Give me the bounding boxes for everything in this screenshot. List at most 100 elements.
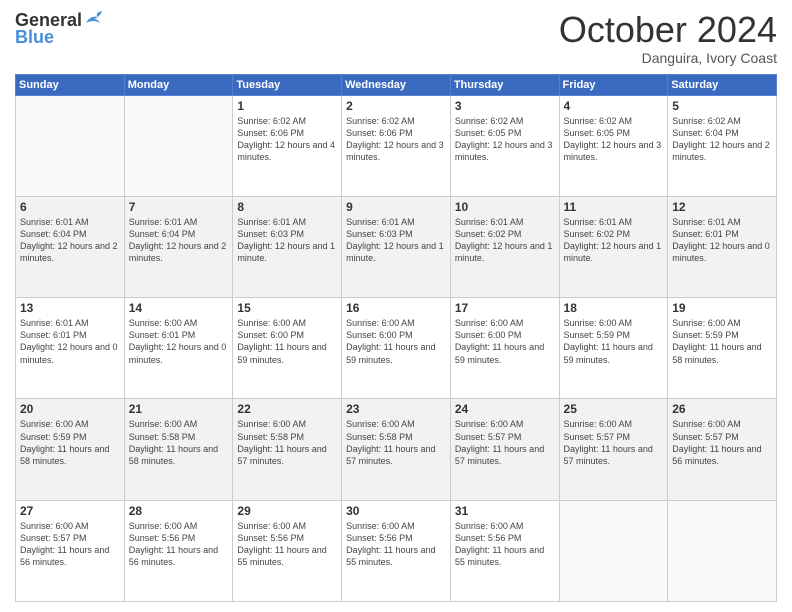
header: General Blue October 2024 Danguira, Ivor…: [15, 10, 777, 66]
day-info: Sunrise: 6:01 AM Sunset: 6:01 PM Dayligh…: [672, 216, 772, 265]
calendar-cell: 23 Sunrise: 6:00 AM Sunset: 5:58 PM Dayli…: [342, 399, 451, 500]
calendar-cell: 17 Sunrise: 6:00 AM Sunset: 6:00 PM Dayli…: [450, 298, 559, 399]
weekday-header: Thursday: [450, 74, 559, 95]
day-number: 5: [672, 99, 772, 113]
calendar-header: SundayMondayTuesdayWednesdayThursdayFrid…: [16, 74, 777, 95]
calendar-week-row: 13Sunrise: 6:01 AM Sunset: 6:01 PM Dayli…: [16, 298, 777, 399]
day-number: 11: [564, 200, 664, 214]
page: General Blue October 2024 Danguira, Ivor…: [0, 0, 792, 612]
calendar-cell: 4Sunrise: 6:02 AM Sunset: 6:05 PM Daylig…: [559, 95, 668, 196]
day-number: 12: [672, 200, 772, 214]
day-info: Sunrise: 6:00 AM Sunset: 5:59 PM Dayligh…: [672, 317, 772, 366]
day-number: 4: [564, 99, 664, 113]
day-info: Sunrise: 6:02 AM Sunset: 6:04 PM Dayligh…: [672, 115, 772, 164]
calendar-cell: 12 Sunrise: 6:01 AM Sunset: 6:01 PM Dayli…: [668, 196, 777, 297]
location: Danguira, Ivory Coast: [559, 50, 777, 66]
day-info: Sunrise: 6:00 AM Sunset: 5:56 PM Dayligh…: [455, 520, 555, 569]
logo: General Blue: [15, 10, 104, 48]
calendar-cell: 27Sunrise: 6:00 AM Sunset: 5:57 PM Dayli…: [16, 500, 125, 601]
calendar-cell: 2Sunrise: 6:02 AM Sunset: 6:06 PM Daylig…: [342, 95, 451, 196]
day-number: 26: [672, 402, 772, 416]
day-info: Sunrise: 6:02 AM Sunset: 6:06 PM Dayligh…: [237, 115, 337, 164]
calendar-week-row: 1Sunrise: 6:02 AM Sunset: 6:06 PM Daylig…: [16, 95, 777, 196]
calendar-table: SundayMondayTuesdayWednesdayThursdayFrid…: [15, 74, 777, 602]
calendar-cell: 1Sunrise: 6:02 AM Sunset: 6:06 PM Daylig…: [233, 95, 342, 196]
weekday-header: Wednesday: [342, 74, 451, 95]
calendar-cell: [559, 500, 668, 601]
day-info: Sunrise: 6:01 AM Sunset: 6:02 PM Dayligh…: [564, 216, 664, 265]
calendar-cell: 26 Sunrise: 6:00 AM Sunset: 5:57 PM Dayli…: [668, 399, 777, 500]
calendar-cell: 18 Sunrise: 6:00 AM Sunset: 5:59 PM Dayli…: [559, 298, 668, 399]
day-info: Sunrise: 6:00 AM Sunset: 5:58 PM Dayligh…: [346, 418, 446, 467]
calendar-week-row: 20 Sunrise: 6:00 AM Sunset: 5:59 PM Dayli…: [16, 399, 777, 500]
calendar-cell: 13Sunrise: 6:01 AM Sunset: 6:01 PM Dayli…: [16, 298, 125, 399]
day-number: 27: [20, 504, 120, 518]
day-number: 23: [346, 402, 446, 416]
day-number: 18: [564, 301, 664, 315]
day-info: Sunrise: 6:01 AM Sunset: 6:01 PM Dayligh…: [20, 317, 120, 366]
calendar-cell: [16, 95, 125, 196]
calendar-cell: 29 Sunrise: 6:00 AM Sunset: 5:56 PM Dayli…: [233, 500, 342, 601]
calendar-cell: 24 Sunrise: 6:00 AM Sunset: 5:57 PM Dayli…: [450, 399, 559, 500]
day-info: Sunrise: 6:00 AM Sunset: 5:56 PM Dayligh…: [346, 520, 446, 569]
title-block: October 2024 Danguira, Ivory Coast: [559, 10, 777, 66]
day-number: 17: [455, 301, 555, 315]
day-number: 6: [20, 200, 120, 214]
day-number: 24: [455, 402, 555, 416]
day-number: 8: [237, 200, 337, 214]
day-info: Sunrise: 6:00 AM Sunset: 5:57 PM Dayligh…: [455, 418, 555, 467]
day-info: Sunrise: 6:00 AM Sunset: 5:57 PM Dayligh…: [672, 418, 772, 467]
day-number: 9: [346, 200, 446, 214]
day-number: 22: [237, 402, 337, 416]
day-number: 30: [346, 504, 446, 518]
day-info: Sunrise: 6:02 AM Sunset: 6:05 PM Dayligh…: [455, 115, 555, 164]
calendar-week-row: 6 Sunrise: 6:01 AM Sunset: 6:04 PM Daylig…: [16, 196, 777, 297]
calendar-cell: 10 Sunrise: 6:01 AM Sunset: 6:02 PM Dayli…: [450, 196, 559, 297]
day-number: 20: [20, 402, 120, 416]
calendar-cell: [668, 500, 777, 601]
calendar-week-row: 27Sunrise: 6:00 AM Sunset: 5:57 PM Dayli…: [16, 500, 777, 601]
day-number: 3: [455, 99, 555, 113]
day-info: Sunrise: 6:01 AM Sunset: 6:04 PM Dayligh…: [129, 216, 229, 265]
day-info: Sunrise: 6:00 AM Sunset: 6:00 PM Dayligh…: [346, 317, 446, 366]
calendar-cell: 16 Sunrise: 6:00 AM Sunset: 6:00 PM Dayli…: [342, 298, 451, 399]
day-info: Sunrise: 6:00 AM Sunset: 5:58 PM Dayligh…: [129, 418, 229, 467]
weekday-row: SundayMondayTuesdayWednesdayThursdayFrid…: [16, 74, 777, 95]
day-info: Sunrise: 6:00 AM Sunset: 5:59 PM Dayligh…: [20, 418, 120, 467]
day-info: Sunrise: 6:00 AM Sunset: 6:00 PM Dayligh…: [455, 317, 555, 366]
calendar-cell: [124, 95, 233, 196]
day-number: 7: [129, 200, 229, 214]
calendar-cell: 21Sunrise: 6:00 AM Sunset: 5:58 PM Dayli…: [124, 399, 233, 500]
calendar-cell: 5 Sunrise: 6:02 AM Sunset: 6:04 PM Daylig…: [668, 95, 777, 196]
calendar-cell: 20 Sunrise: 6:00 AM Sunset: 5:59 PM Dayli…: [16, 399, 125, 500]
day-number: 29: [237, 504, 337, 518]
day-info: Sunrise: 6:01 AM Sunset: 6:03 PM Dayligh…: [346, 216, 446, 265]
day-info: Sunrise: 6:02 AM Sunset: 6:06 PM Dayligh…: [346, 115, 446, 164]
calendar-cell: 8Sunrise: 6:01 AM Sunset: 6:03 PM Daylig…: [233, 196, 342, 297]
day-info: Sunrise: 6:00 AM Sunset: 5:56 PM Dayligh…: [129, 520, 229, 569]
day-info: Sunrise: 6:01 AM Sunset: 6:02 PM Dayligh…: [455, 216, 555, 265]
day-info: Sunrise: 6:00 AM Sunset: 5:56 PM Dayligh…: [237, 520, 337, 569]
weekday-header: Saturday: [668, 74, 777, 95]
day-info: Sunrise: 6:00 AM Sunset: 5:57 PM Dayligh…: [564, 418, 664, 467]
calendar-cell: 22Sunrise: 6:00 AM Sunset: 5:58 PM Dayli…: [233, 399, 342, 500]
day-info: Sunrise: 6:00 AM Sunset: 6:00 PM Dayligh…: [237, 317, 337, 366]
day-number: 31: [455, 504, 555, 518]
day-number: 15: [237, 301, 337, 315]
calendar-body: 1Sunrise: 6:02 AM Sunset: 6:06 PM Daylig…: [16, 95, 777, 601]
calendar-cell: 19 Sunrise: 6:00 AM Sunset: 5:59 PM Dayli…: [668, 298, 777, 399]
day-number: 10: [455, 200, 555, 214]
day-number: 19: [672, 301, 772, 315]
month-title: October 2024: [559, 10, 777, 50]
day-info: Sunrise: 6:01 AM Sunset: 6:04 PM Dayligh…: [20, 216, 120, 265]
calendar-cell: 28Sunrise: 6:00 AM Sunset: 5:56 PM Dayli…: [124, 500, 233, 601]
day-number: 16: [346, 301, 446, 315]
day-info: Sunrise: 6:00 AM Sunset: 5:59 PM Dayligh…: [564, 317, 664, 366]
calendar-cell: 30 Sunrise: 6:00 AM Sunset: 5:56 PM Dayli…: [342, 500, 451, 601]
day-info: Sunrise: 6:00 AM Sunset: 6:01 PM Dayligh…: [129, 317, 229, 366]
calendar-cell: 9 Sunrise: 6:01 AM Sunset: 6:03 PM Daylig…: [342, 196, 451, 297]
calendar-cell: 6 Sunrise: 6:01 AM Sunset: 6:04 PM Daylig…: [16, 196, 125, 297]
calendar-cell: 3 Sunrise: 6:02 AM Sunset: 6:05 PM Daylig…: [450, 95, 559, 196]
weekday-header: Monday: [124, 74, 233, 95]
calendar-cell: 25Sunrise: 6:00 AM Sunset: 5:57 PM Dayli…: [559, 399, 668, 500]
